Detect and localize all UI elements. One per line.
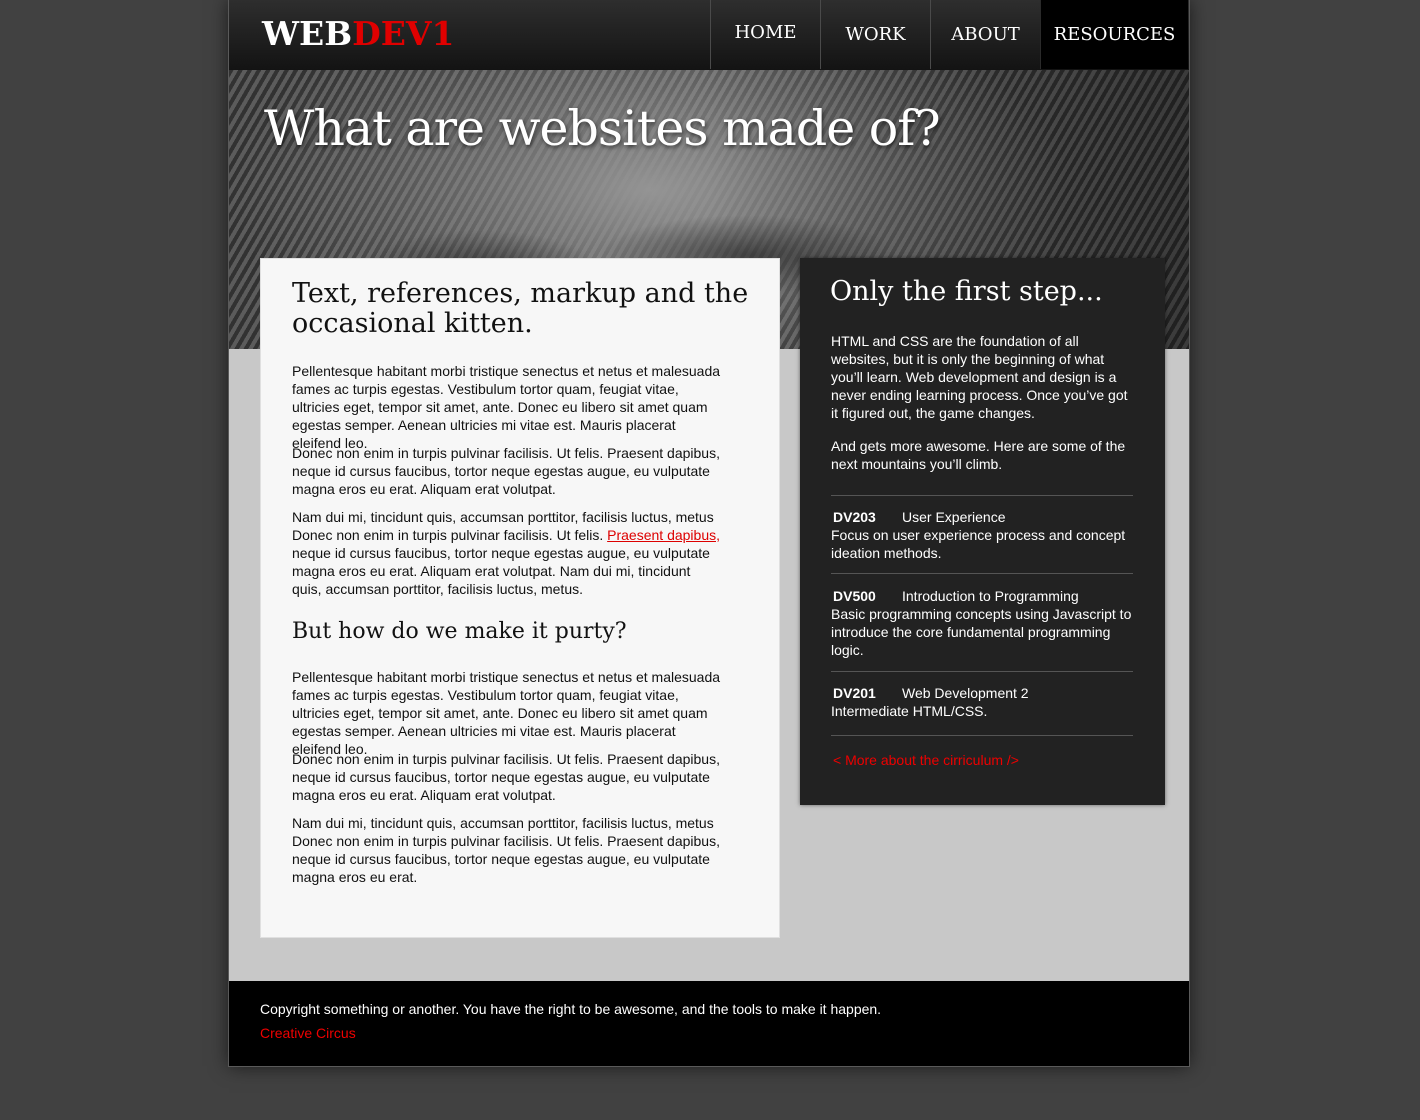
main-content-card: Text, references, markup and the occasio…: [260, 258, 780, 938]
page-container: WEBDEV1 HOME WORK ABOUT RESOURCES What a…: [228, 0, 1190, 1067]
main-paragraph-6: Nam dui mi, tincidunt quis, accumsan por…: [292, 815, 720, 885]
hero-title: What are websites made of?: [264, 100, 941, 157]
course-description: Basic programming concepts using Javascr…: [831, 606, 1132, 658]
course-title: Introduction to Programming: [902, 588, 1079, 604]
site-logo[interactable]: WEBDEV1: [262, 14, 454, 54]
nav-home[interactable]: HOME: [710, 0, 820, 69]
nav-about[interactable]: ABOUT: [930, 0, 1040, 69]
main-heading: Text, references, markup and the occasio…: [292, 278, 749, 339]
sidebar-card: Only the first step... HTML and CSS are …: [800, 258, 1165, 805]
main-paragraph-2: Donec non enim in turpis pulvinar facili…: [292, 445, 720, 497]
main-paragraph-3: Nam dui mi, tincidunt quis, accumsan por…: [292, 508, 722, 598]
course-list-divider: [831, 735, 1133, 736]
logo-part-dev1: DEV1: [352, 14, 455, 53]
curriculum-link[interactable]: < More about the cirriculum />: [833, 752, 1019, 768]
course-item: DV500 Introduction to Programming Basic p…: [831, 573, 1133, 659]
course-description: Focus on user experience process and con…: [831, 527, 1126, 561]
sidebar-paragraph-1: HTML and CSS are the foundation of all w…: [831, 333, 1128, 421]
site-header: WEBDEV1 HOME WORK ABOUT RESOURCES: [229, 0, 1189, 70]
nav-work[interactable]: WORK: [820, 0, 930, 69]
course-code: DV500: [833, 588, 876, 604]
course-description: Intermediate HTML/CSS.: [831, 703, 988, 719]
sidebar-heading: Only the first step...: [830, 276, 1103, 307]
course-title: User Experience: [902, 509, 1006, 525]
sidebar-paragraph-2: And gets more awesome. Here are some of …: [831, 438, 1126, 472]
course-item: DV201 Web Development 2 Intermediate HTML…: [831, 671, 1133, 720]
main-paragraph-1: Pellentesque habitant morbi tristique se…: [292, 363, 721, 451]
main-nav: HOME WORK ABOUT RESOURCES: [710, 0, 1188, 70]
main-subheading: But how do we make it purty?: [292, 619, 627, 644]
main-paragraph-4: Pellentesque habitant morbi tristique se…: [292, 669, 721, 757]
site-footer: Copyright something or another. You have…: [229, 981, 1189, 1066]
main-paragraph-5: Donec non enim in turpis pulvinar facili…: [292, 751, 720, 803]
nav-resources[interactable]: RESOURCES: [1040, 0, 1188, 69]
praesent-dapibus-link[interactable]: Praesent dapibus,: [607, 527, 720, 543]
course-item: DV203 User Experience Focus on user exper…: [831, 495, 1133, 562]
logo-part-web: WEB: [262, 14, 353, 53]
footer-creative-circus-link[interactable]: Creative Circus: [260, 1025, 356, 1041]
footer-copyright: Copyright something or another. You have…: [260, 1001, 882, 1017]
course-code: DV201: [833, 685, 876, 701]
p3-text-after: neque id cursus faucibus, tortor neque e…: [292, 545, 710, 597]
course-code: DV203: [833, 509, 876, 525]
course-title: Web Development 2: [902, 685, 1029, 701]
